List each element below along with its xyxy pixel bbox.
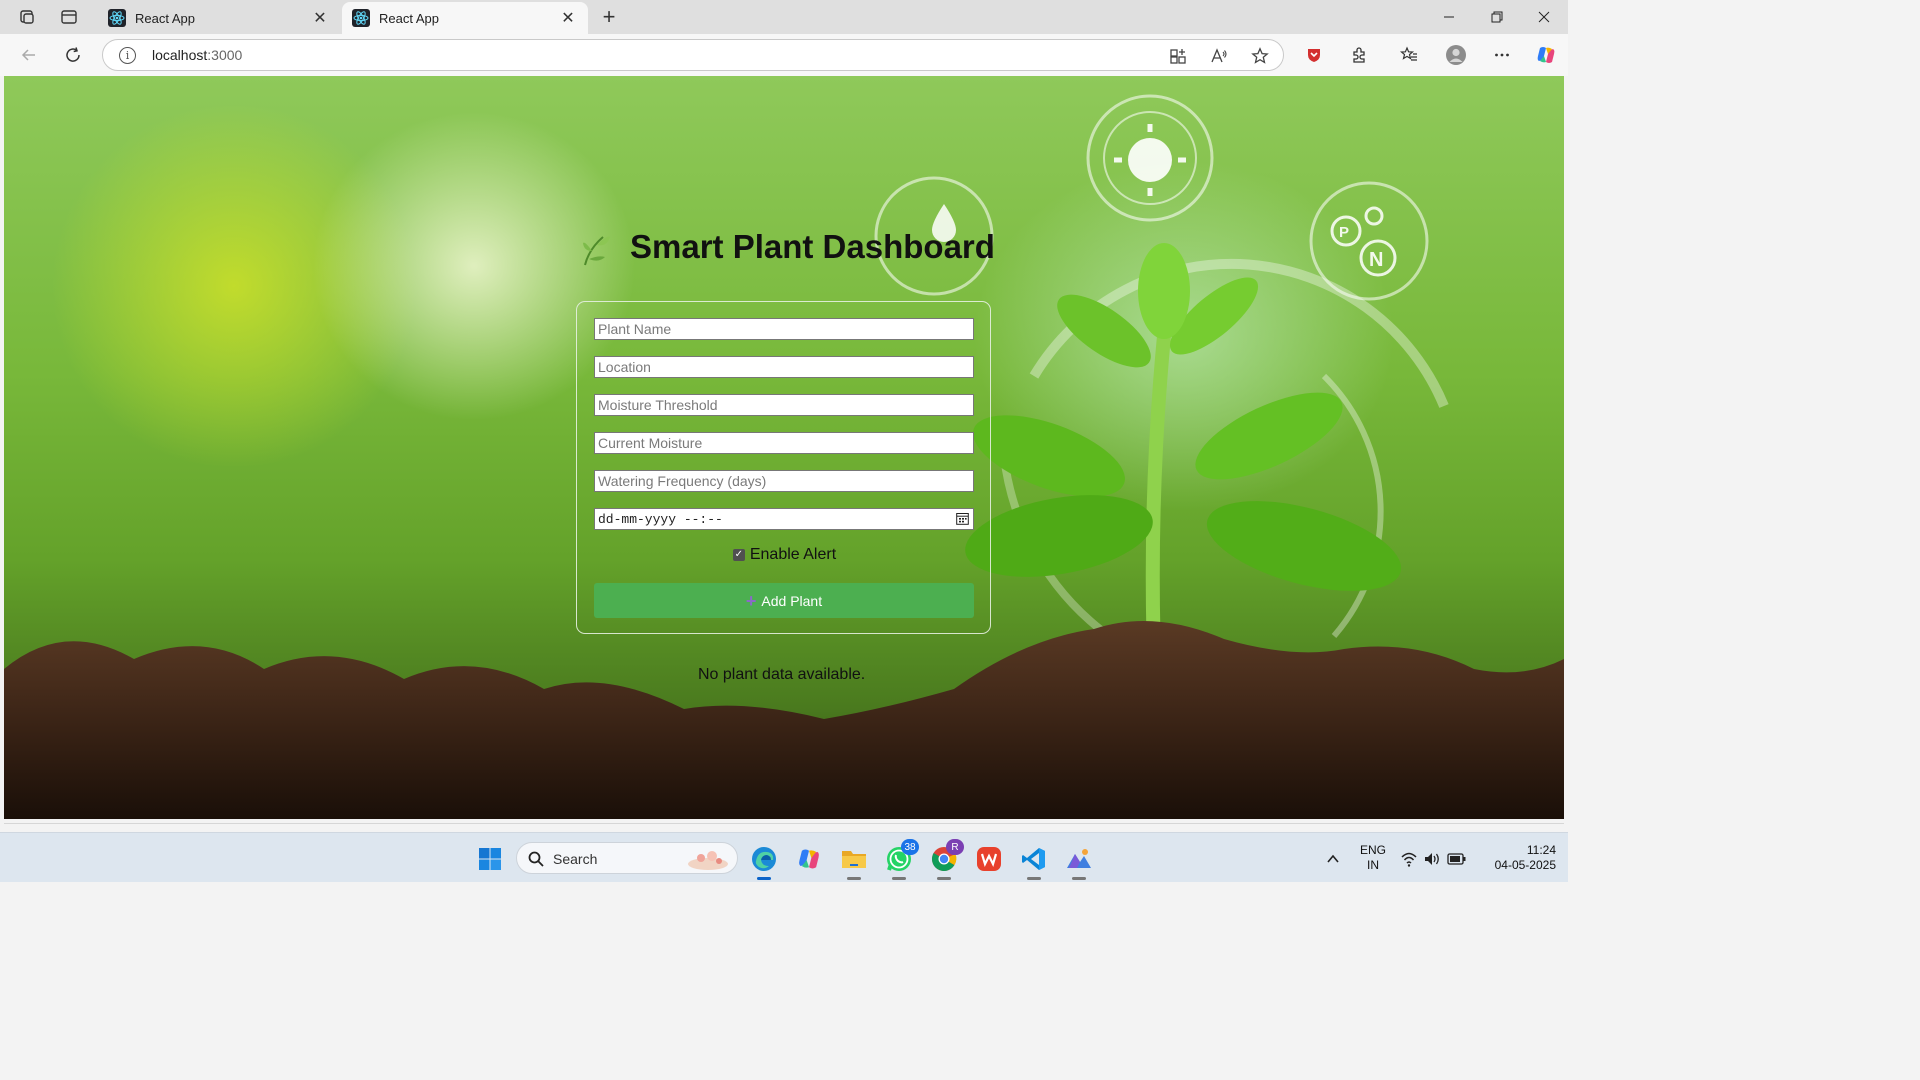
edge-taskbar-icon[interactable] xyxy=(746,841,782,880)
search-label: Search xyxy=(553,851,598,867)
workspaces-icon[interactable] xyxy=(12,4,42,30)
windows-taskbar: Search 38 R ENG IN 11:24 04-05-2025 xyxy=(0,832,1568,882)
chrome-icon[interactable]: R xyxy=(926,839,964,880)
chrome-profile-badge: R xyxy=(946,839,964,855)
last-watered-datetime-input[interactable]: dd-mm-yyyy --:-- xyxy=(594,508,974,530)
moisture-threshold-input[interactable] xyxy=(594,394,974,416)
open-app-indicator xyxy=(1072,877,1086,880)
vertical-tabs-icon[interactable] xyxy=(54,4,84,30)
wps-office-icon[interactable] xyxy=(971,841,1007,877)
browser-tab-strip: React App ✕ React App ✕ + xyxy=(0,0,1568,34)
seedling-icon xyxy=(583,236,610,266)
new-tab-icon[interactable]: + xyxy=(596,4,622,30)
sprout-illustration xyxy=(965,243,1402,657)
current-moisture-input[interactable] xyxy=(594,432,974,454)
react-logo-icon xyxy=(352,9,370,27)
clock-time: 11:24 xyxy=(1526,843,1556,857)
datetime-value: dd-mm-yyyy --:-- xyxy=(598,512,723,527)
restore-icon[interactable] xyxy=(1474,2,1520,32)
npk-molecule-icon xyxy=(1330,206,1397,277)
plus-icon: + xyxy=(745,590,757,611)
whatsapp-icon[interactable]: 38 xyxy=(881,839,919,880)
back-arrow-icon[interactable] xyxy=(14,41,44,69)
region-code: IN xyxy=(1367,858,1379,872)
sun-icon xyxy=(1114,124,1186,196)
open-app-indicator xyxy=(847,877,861,880)
profile-avatar-icon[interactable] xyxy=(1441,41,1471,69)
open-app-indicator xyxy=(1027,877,1041,880)
read-aloud-icon[interactable] xyxy=(1208,45,1230,67)
plant-name-input[interactable] xyxy=(594,318,974,340)
url-host: localhost xyxy=(152,47,208,63)
open-app-indicator xyxy=(892,877,906,880)
watering-frequency-input[interactable] xyxy=(594,470,974,492)
calendar-icon[interactable] xyxy=(956,512,969,525)
enable-alert-row[interactable]: ✓ Enable Alert xyxy=(577,546,992,564)
tab-title: React App xyxy=(135,10,195,26)
url-text: localhost:3000 xyxy=(152,47,242,63)
enable-alert-label: Enable Alert xyxy=(749,546,837,563)
tab-close-icon[interactable]: ✕ xyxy=(310,8,330,28)
tab-title: React App xyxy=(379,10,439,26)
open-app-indicator xyxy=(937,877,951,880)
window-bottom-edge xyxy=(0,819,1568,832)
browser-toolbar: i localhost:3000 xyxy=(0,34,1568,76)
app-page: P N Smart Plant Dashboard Plant Name Loc… xyxy=(4,76,1564,819)
add-plant-button[interactable]: + Add Plant xyxy=(594,583,974,618)
language-indicator[interactable]: ENG IN xyxy=(1356,843,1390,873)
extensions-icon[interactable] xyxy=(1344,41,1374,69)
enable-alert-checkbox[interactable]: ✓ xyxy=(732,549,745,561)
add-plant-label: Add Plant xyxy=(761,592,823,609)
location-input[interactable] xyxy=(594,356,974,378)
copilot-taskbar-icon[interactable] xyxy=(791,841,827,877)
chevron-up-icon[interactable] xyxy=(1315,841,1351,877)
address-bar[interactable]: i localhost:3000 xyxy=(102,39,1284,71)
site-info-icon[interactable]: i xyxy=(119,47,136,64)
language-code: ENG xyxy=(1359,843,1386,857)
clock-date: 04-05-2025 xyxy=(1494,858,1556,872)
battery-icon xyxy=(1447,853,1466,865)
url-port: :3000 xyxy=(207,47,243,63)
favorite-star-icon[interactable] xyxy=(1249,45,1271,67)
tab-close-icon[interactable]: ✕ xyxy=(558,8,578,28)
vscode-icon[interactable] xyxy=(1016,841,1052,880)
minimize-icon[interactable] xyxy=(1426,2,1472,32)
tab-react-app-1[interactable]: React App ✕ xyxy=(98,2,340,34)
notification-badge: 38 xyxy=(901,839,919,855)
copilot-icon[interactable] xyxy=(1531,41,1561,69)
more-options-icon[interactable] xyxy=(1487,41,1517,69)
shield-extension-icon[interactable] xyxy=(1299,41,1329,69)
clock[interactable]: 11:24 04-05-2025 xyxy=(1480,843,1556,873)
taskbar-search[interactable]: Search xyxy=(516,842,738,874)
wifi-icon xyxy=(1401,852,1417,867)
app-available-icon[interactable] xyxy=(1167,45,1189,67)
volume-icon xyxy=(1425,853,1439,865)
tab-react-app-2[interactable]: React App ✕ xyxy=(342,2,588,34)
windows-start-icon[interactable] xyxy=(472,841,508,877)
search-highlight-icon xyxy=(688,851,728,870)
favorites-icon[interactable] xyxy=(1394,41,1424,69)
add-plant-form: dd-mm-yyyy --:-- ✓ Enable Alert + Add Pl… xyxy=(576,301,991,634)
photos-app-icon[interactable] xyxy=(1061,841,1097,880)
empty-state-message: No plant data available. xyxy=(698,666,866,683)
refresh-icon[interactable] xyxy=(58,41,88,69)
svg-text:P: P xyxy=(1339,224,1349,241)
page-title: Smart Plant Dashboard xyxy=(630,228,995,265)
react-logo-icon xyxy=(108,9,126,27)
close-window-icon[interactable] xyxy=(1521,2,1567,32)
search-icon xyxy=(528,851,544,867)
file-explorer-icon[interactable] xyxy=(836,841,872,880)
system-tray-icons[interactable] xyxy=(1395,841,1475,877)
svg-text:N: N xyxy=(1369,249,1383,271)
active-app-indicator xyxy=(757,877,771,880)
